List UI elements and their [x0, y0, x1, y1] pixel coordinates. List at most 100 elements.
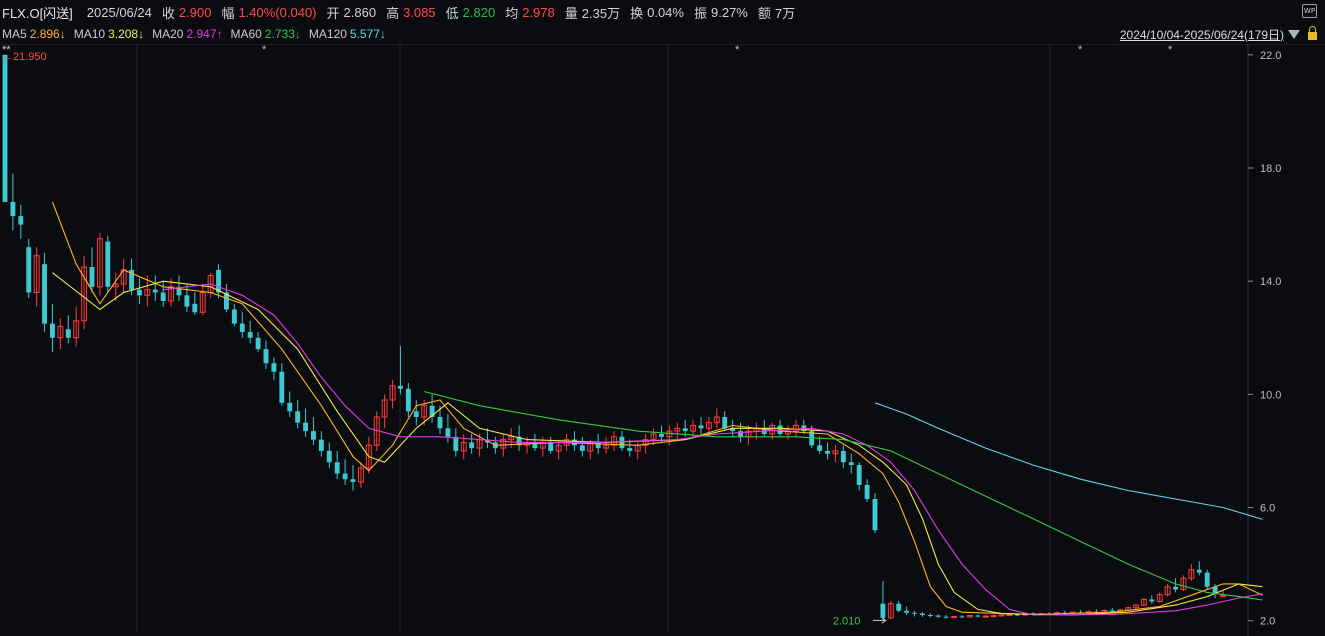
avg-value: 2.978: [522, 4, 555, 20]
candle: [311, 416, 316, 446]
candle: [453, 428, 459, 457]
amount-label: 额: [757, 5, 771, 21]
ma20-legend: MA20 2.947↑: [152, 27, 222, 41]
ma5-line: [51, 201, 1263, 616]
min-price-label: 2.010: [833, 615, 861, 627]
candle: [990, 614, 997, 618]
event-star-icon[interactable]: *: [735, 44, 740, 56]
candle: [1188, 564, 1195, 582]
candle: [840, 445, 846, 468]
ma10-value: 3.208↓: [108, 27, 145, 41]
ma60-line: [424, 390, 1263, 601]
avg-label: 均: [505, 5, 519, 21]
candle: [825, 442, 830, 460]
amplitude-label: 振: [693, 5, 707, 21]
candle: [579, 436, 585, 457]
candle: [137, 278, 142, 304]
candlestick-chart[interactable]: 2.06.010.014.018.022.0 ** * * * *←21.9502.01…: [0, 44, 1325, 636]
candle: [469, 433, 475, 454]
candle: [350, 465, 356, 491]
ma120-legend: MA120 5.577↓: [309, 27, 386, 41]
y-tick-label: 10.0: [1260, 389, 1281, 401]
y-tick-label: 22.0: [1260, 50, 1281, 62]
ma5-name: MA5: [2, 27, 27, 41]
candle: [943, 615, 949, 619]
annotation-layer: ** * * * *←21.9502.010: [2, 44, 1173, 627]
candle: [405, 383, 411, 417]
wp-badge-icon[interactable]: WP: [1302, 4, 1317, 18]
candle: [65, 315, 71, 344]
event-star-icon[interactable]: *: [1078, 44, 1083, 56]
candle: [42, 252, 47, 333]
candle: [904, 606, 910, 616]
high-label: 高: [386, 5, 400, 21]
date-range-selector[interactable]: 2024/10/04-2025/06/24(179日): [1120, 26, 1284, 43]
candle: [381, 394, 388, 429]
candle: [192, 292, 198, 316]
candle: [975, 614, 981, 618]
candle: [184, 284, 190, 313]
candle: [982, 615, 989, 618]
candle: [1149, 595, 1155, 604]
candle: [785, 425, 791, 440]
ma5-value: 2.896↓: [29, 27, 66, 41]
candle: [1196, 561, 1202, 576]
candle: [460, 433, 467, 460]
candle: [1204, 569, 1210, 590]
candle: [207, 272, 214, 299]
candle: [96, 233, 103, 296]
high-value: 3.085: [403, 4, 436, 20]
stock-symbol[interactable]: FLX.O[闪送]: [2, 3, 73, 22]
candle: [674, 422, 681, 440]
candle: [690, 419, 697, 437]
candle: [18, 204, 24, 239]
change-value: 1.40%(0.040): [238, 4, 317, 20]
max-price-label: ←21.950: [2, 51, 47, 63]
volume-value: 2.35万: [581, 5, 621, 21]
candle: [959, 615, 965, 618]
candle: [603, 436, 610, 454]
candle: [445, 414, 451, 443]
event-star-icon[interactable]: *: [262, 44, 267, 56]
grid-layer: [0, 44, 1325, 636]
candle: [912, 610, 917, 617]
candle: [951, 615, 958, 619]
candle: [856, 462, 862, 491]
triangle-down-icon[interactable]: [1288, 29, 1300, 39]
candle: [1164, 583, 1171, 597]
candle: [887, 600, 894, 620]
event-star-icon[interactable]: *: [1168, 44, 1173, 56]
candle: [1133, 603, 1139, 610]
quote-date: 2025/06/24: [86, 4, 152, 20]
candle: [548, 436, 554, 454]
candle: [326, 442, 332, 468]
y-tick-label: 6.0: [1260, 503, 1275, 515]
candle: [872, 493, 878, 533]
range-box: 2024/10/04-2025/06/24(179日): [1120, 24, 1325, 44]
candle: [389, 380, 396, 409]
ma5-legend: MA5 2.896↓: [2, 27, 66, 41]
ma60-legend: MA60 2.733↓: [231, 27, 301, 41]
y-tick-label: 2.0: [1260, 616, 1275, 628]
ma120-value: 5.577↓: [349, 27, 386, 41]
amplitude-value: 9.27%: [711, 4, 748, 20]
candle: [1180, 575, 1187, 591]
lock-icon[interactable]: [1308, 26, 1317, 40]
candle: [303, 408, 308, 437]
candle: [247, 320, 253, 344]
candle: [73, 306, 80, 347]
y-tick-label: 18.0: [1260, 163, 1281, 175]
candle: [33, 247, 40, 307]
candle: [26, 238, 32, 299]
candle: [231, 303, 237, 327]
y-axis: 2.0 6.0 10.0 14.0 18.0 22.0: [1248, 50, 1281, 628]
candle: [57, 317, 64, 350]
candle: [792, 419, 799, 437]
candle-layer: [2, 54, 1226, 621]
candle: [120, 258, 127, 293]
candle: [295, 400, 301, 429]
candle: [413, 400, 419, 426]
candle: [271, 357, 277, 381]
candle: [89, 247, 95, 293]
candle: [801, 419, 807, 434]
